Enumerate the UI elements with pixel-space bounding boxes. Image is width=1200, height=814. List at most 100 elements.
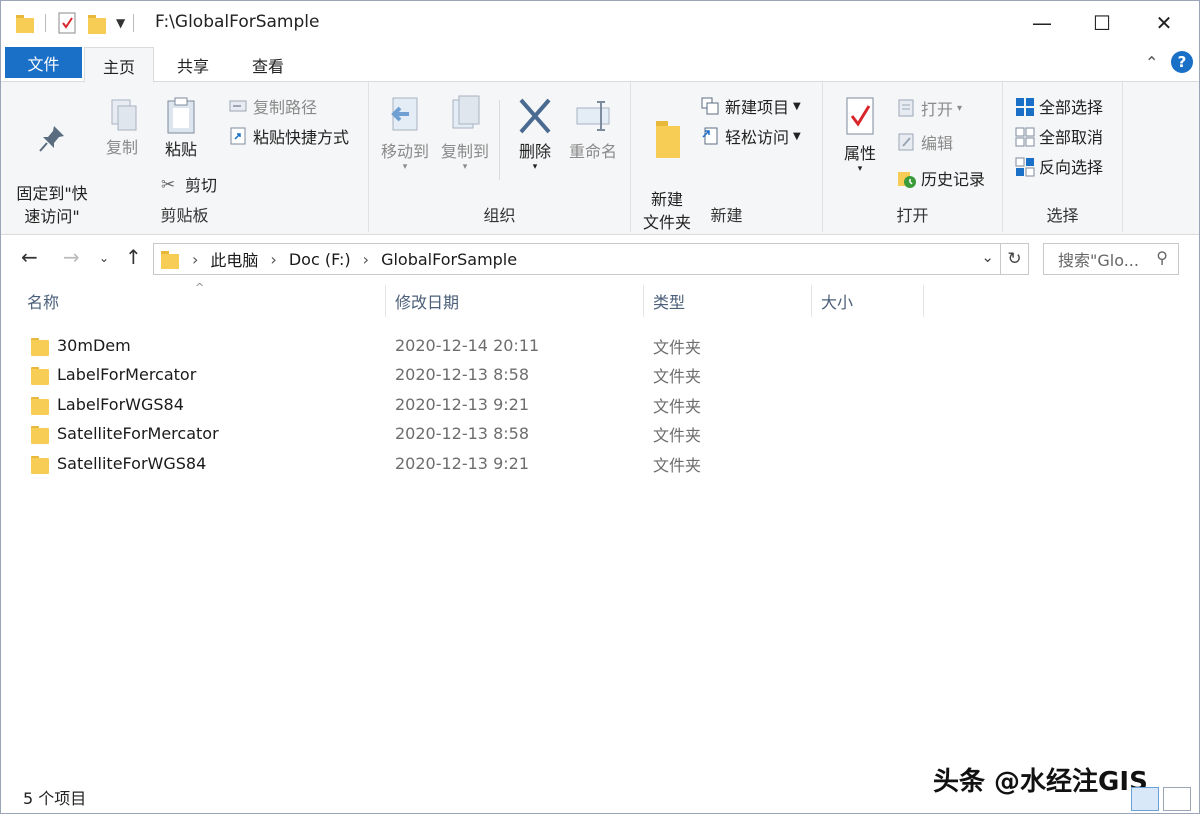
details-view-icon[interactable] [1131,787,1159,811]
folder-icon [31,365,49,385]
watermark: 头条 @水经注GIS [933,767,1148,797]
window-title: F:\GlobalForSample [155,12,320,32]
breadcrumb-drive[interactable]: Doc (F:) [289,250,351,269]
recent-locations-icon[interactable]: ⌄ [99,251,109,265]
chevron-right-icon[interactable]: › [363,250,369,269]
forward-arrow-icon[interactable]: → [63,245,80,269]
maximize-button[interactable]: ☐ [1071,1,1133,45]
breadcrumb-current-folder[interactable]: GlobalForSample [381,250,517,269]
file-type: 文件夹 [653,366,702,386]
clipboard-group: 固定到"快 速访问" 复制 粘贴 复制路径 粘贴快捷方式 ✂ 剪切 剪贴板 [1,82,369,232]
collapse-ribbon-icon[interactable]: ⌃ [1145,53,1158,72]
new-group: 新建 文件夹 新建项目 ▼ 轻松访问 ▼ 新建 [631,82,823,232]
refresh-button[interactable]: ↻ [1001,243,1029,275]
sort-ascending-icon: ^ [195,281,205,294]
tab-share[interactable]: 共享 [163,47,223,83]
separator [45,14,46,32]
history-button[interactable]: 历史记录 [897,166,985,190]
tab-home[interactable]: 主页 [84,47,154,83]
edit-icon [897,133,915,151]
dropdown-arrow-icon: ▾ [957,102,963,114]
copy-button[interactable]: 复制 [97,96,147,159]
list-item[interactable]: LabelForMercator 2020-12-13 8:58 文件夹 [1,360,1199,389]
column-header-size[interactable]: 大小 [821,281,853,321]
cut-button[interactable]: ✂ 剪切 [161,172,217,196]
view-toggle [1131,787,1195,811]
column-header-modified[interactable]: 修改日期 [395,281,459,321]
select-none-button[interactable]: 全部取消 [1015,124,1103,148]
copy-path-button[interactable]: 复制路径 [229,94,317,118]
large-icons-view-icon[interactable] [1163,787,1191,811]
close-button[interactable]: ✕ [1133,1,1195,45]
address-bar[interactable]: › 此电脑 › Doc (F:) › GlobalForSample ⌄ [153,243,1001,275]
address-row: ← → ⌄ ↑ › 此电脑 › Doc (F:) › GlobalForSamp… [1,235,1199,281]
column-header-name[interactable]: 名称 [27,281,59,321]
file-name[interactable]: SatelliteForMercator [57,419,219,448]
help-icon[interactable]: ? [1171,51,1193,73]
copy-path-icon [229,97,247,115]
column-divider[interactable] [385,285,386,317]
group-label: 组织 [483,206,516,225]
tab-view[interactable]: 查看 [238,47,298,83]
open-button[interactable]: 打开 ▾ [897,96,962,120]
file-menu[interactable]: 文件 [5,47,82,78]
new-folder-icon [656,121,680,158]
search-input[interactable]: 搜索"Glo... ⚲ [1043,243,1179,275]
chevron-down-icon[interactable]: ⌄ [981,248,994,266]
folder-icon [31,454,49,474]
chevron-right-icon[interactable]: › [270,250,276,269]
paste-shortcut-button[interactable]: 粘贴快捷方式 [229,124,349,148]
chevron-right-icon[interactable]: › [192,250,198,269]
folder-icon [31,424,49,444]
refresh-icon: ↻ [1007,249,1022,269]
edit-button[interactable]: 编辑 [897,130,953,154]
paste-button[interactable]: 粘贴 [153,96,209,161]
file-modified: 2020-12-13 9:21 [395,395,529,414]
file-type: 文件夹 [653,425,702,445]
column-divider[interactable] [643,285,644,317]
copy-to-button[interactable]: 复制到 ▾ [437,94,493,172]
group-label: 打开 [896,206,929,225]
file-name[interactable]: SatelliteForWGS84 [57,449,206,478]
delete-icon [519,98,551,134]
file-name[interactable]: LabelForWGS84 [57,390,184,419]
list-item[interactable]: SatelliteForWGS84 2020-12-13 9:21 文件夹 [1,449,1199,478]
easy-access-button[interactable]: 轻松访问 ▼ [701,124,801,148]
select-all-icon [1015,97,1034,116]
separator [499,100,500,180]
delete-button[interactable]: 删除 ▾ [507,94,563,172]
folder-icon [15,12,35,34]
explorer-window: ▼ F:\GlobalForSample — ☐ ✕ 文件 主页 共享 查看 ⌃… [0,0,1200,814]
file-name[interactable]: 30mDem [57,331,131,360]
invert-selection-icon [1015,157,1035,177]
select-group: 全部选择 全部取消 反向选择 选择 [1003,82,1123,232]
dropdown-arrow-icon: ▼ [793,100,801,112]
new-folder-qat-icon[interactable] [86,11,108,35]
select-all-button[interactable]: 全部选择 [1015,94,1103,118]
list-item[interactable]: 30mDem 2020-12-14 20:11 文件夹 [1,331,1199,360]
ribbon: 固定到"快 速访问" 复制 粘贴 复制路径 粘贴快捷方式 ✂ 剪切 剪贴板 移动… [1,82,1199,235]
invert-selection-button[interactable]: 反向选择 [1015,154,1103,178]
rename-button[interactable]: 重命名 [565,94,621,163]
folder-icon [160,248,180,270]
separator [133,14,135,32]
list-item[interactable]: SatelliteForMercator 2020-12-13 8:58 文件夹 [1,419,1199,448]
breadcrumb-this-pc[interactable]: 此电脑 [210,247,258,271]
back-arrow-icon[interactable]: ← [21,245,38,269]
minimize-button[interactable]: — [1011,1,1073,45]
group-label: 新建 [710,206,743,225]
properties-qat-icon[interactable] [56,11,78,35]
new-item-button[interactable]: 新建项目 ▼ [701,94,801,118]
move-to-button[interactable]: 移动到 ▾ [377,94,433,172]
pin-icon [39,126,64,152]
customize-qat-icon[interactable]: ▼ [116,16,125,30]
folder-icon [31,336,49,356]
up-arrow-icon[interactable]: ↑ [125,245,142,269]
scissors-icon: ✂ [161,175,176,195]
file-name[interactable]: LabelForMercator [57,360,196,389]
column-divider[interactable] [811,285,812,317]
properties-button[interactable]: 属性 ▾ [833,94,887,174]
column-header-type[interactable]: 类型 [653,281,685,321]
list-item[interactable]: LabelForWGS84 2020-12-13 9:21 文件夹 [1,390,1199,419]
column-divider[interactable] [923,285,924,317]
